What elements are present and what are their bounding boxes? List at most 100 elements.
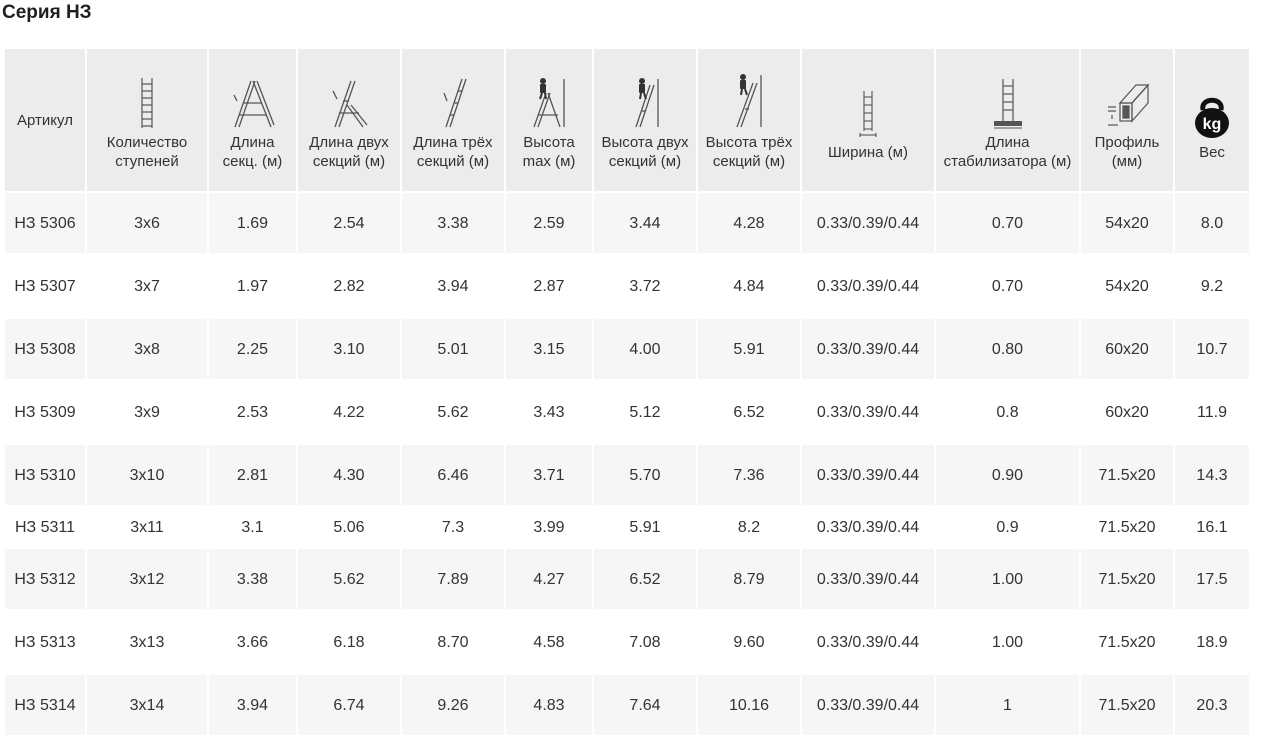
- max-height-cell: 3.15: [506, 317, 592, 380]
- cell-value: 0.8: [996, 403, 1019, 421]
- table-row: НЗ 5306 3x6 1.69 2.54 3.38 2.59 3.44 4.28 0.33/0…: [5, 191, 1249, 254]
- cell-value: 1.00: [991, 633, 1024, 651]
- cell-value: 4.30: [333, 466, 365, 484]
- steps-cell: 3x8: [87, 317, 207, 380]
- header-width: Ширина (м): [802, 47, 934, 191]
- spec-table: Артикул Количество ступеней Длина секц. …: [3, 47, 1251, 736]
- header-label: Профиль (мм): [1094, 134, 1160, 170]
- article-cell: НЗ 5310: [5, 443, 85, 506]
- table-row: НЗ 5310 3x10 2.81 4.30 6.46 3.71 5.70 7.36 0.33/…: [5, 443, 1249, 506]
- cell-value: 11.9: [1197, 403, 1227, 421]
- max-height-cell: 3.43: [506, 380, 592, 443]
- max-height-cell: 4.83: [506, 673, 592, 736]
- three-section-height-cell: 5.91: [698, 317, 800, 380]
- three-section-length-cell: 5.62: [402, 380, 504, 443]
- steps-cell: 3x6: [87, 191, 207, 254]
- two-section-height-cell: 7.64: [594, 673, 696, 736]
- two-section-ladder-icon: [329, 69, 369, 129]
- cell-value: НЗ 5313: [14, 633, 76, 651]
- weight-cell: 20.3: [1175, 673, 1249, 736]
- cell-value: 60x20: [1105, 340, 1149, 358]
- cell-value: 2.82: [333, 277, 365, 295]
- table-row: НЗ 5313 3x13 3.66 6.18 8.70 4.58 7.08 9.60 0.33/…: [5, 610, 1249, 673]
- cell-value: 3.71: [533, 466, 565, 484]
- steps-cell: 3x13: [87, 610, 207, 673]
- cell-value: 3x14: [129, 696, 165, 714]
- cell-value: 4.27: [533, 570, 565, 588]
- section-length-cell: 1.97: [209, 254, 296, 317]
- weight-cell: 10.7: [1175, 317, 1249, 380]
- header-label: Количество ступеней: [106, 134, 188, 170]
- header-three-section-length: Длина трёх секций (м): [402, 47, 504, 191]
- stabilizer-cell: 1.00: [936, 610, 1079, 673]
- cell-value: 8.2: [737, 518, 761, 536]
- header-label: Высота трёх секций (м): [705, 134, 793, 170]
- table-row: НЗ 5312 3x12 3.38 5.62 7.89 4.27 6.52 8.79 0.33/…: [5, 547, 1249, 610]
- cell-value: 54x20: [1105, 277, 1149, 295]
- max-height-cell: 2.87: [506, 254, 592, 317]
- section-length-cell: 3.38: [209, 547, 296, 610]
- table-row: НЗ 5314 3x14 3.94 6.74 9.26 4.83 7.64 10.16 0.33…: [5, 673, 1249, 736]
- width-cell: 0.33/0.39/0.44: [802, 610, 934, 673]
- cell-value: 3x9: [134, 403, 160, 421]
- profile-cell: 71.5x20: [1081, 673, 1173, 736]
- cell-value: 10.16: [728, 696, 770, 714]
- ladder-steps-icon: [140, 69, 154, 129]
- cell-value: 9.26: [437, 696, 469, 714]
- header-section-length: Длина секц. (м): [209, 47, 296, 191]
- max-height-cell: 4.58: [506, 610, 592, 673]
- two-section-length-cell: 6.18: [298, 610, 400, 673]
- header-weight: kg Вес: [1175, 47, 1249, 191]
- cell-value: 5.06: [333, 518, 365, 536]
- profile-cell: 71.5x20: [1081, 610, 1173, 673]
- three-section-length-cell: 3.38: [402, 191, 504, 254]
- section-length-cell: 1.69: [209, 191, 296, 254]
- two-section-height-cell: 3.44: [594, 191, 696, 254]
- header-two-section-height: Высота двух секций (м): [594, 47, 696, 191]
- three-section-length-cell: 7.3: [402, 506, 504, 547]
- ladder-width-icon: [859, 79, 877, 139]
- cell-value: 1: [1003, 696, 1012, 714]
- article-cell: НЗ 5307: [5, 254, 85, 317]
- cell-value: 0.33/0.39/0.44: [816, 277, 920, 295]
- two-section-length-cell: 4.22: [298, 380, 400, 443]
- article-cell: НЗ 5314: [5, 673, 85, 736]
- three-section-height-cell: 7.36: [698, 443, 800, 506]
- cell-value: 2.53: [236, 403, 269, 421]
- article-cell: НЗ 5308: [5, 317, 85, 380]
- article-cell: НЗ 5313: [5, 610, 85, 673]
- weight-cell: 8.0: [1175, 191, 1249, 254]
- cell-value: 5.70: [629, 466, 661, 484]
- two-section-length-cell: 6.74: [298, 673, 400, 736]
- three-section-length-cell: 9.26: [402, 673, 504, 736]
- article-cell: НЗ 5309: [5, 380, 85, 443]
- stabilizer-cell: 0.80: [936, 317, 1079, 380]
- two-section-length-cell: 2.82: [298, 254, 400, 317]
- header-label: Ширина (м): [828, 143, 908, 161]
- three-section-length-cell: 6.46: [402, 443, 504, 506]
- person-three-section-icon: [731, 69, 767, 129]
- cell-value: 8.79: [733, 570, 765, 588]
- max-height-cell: 2.59: [506, 191, 592, 254]
- cell-value: 0.33/0.39/0.44: [816, 403, 920, 421]
- max-height-cell: 3.99: [506, 506, 592, 547]
- cell-value: 4.22: [333, 403, 365, 421]
- cell-value: 3.99: [533, 518, 565, 536]
- cell-value: 16.1: [1196, 518, 1228, 536]
- three-section-length-cell: 3.94: [402, 254, 504, 317]
- header-profile: Профиль (мм): [1081, 47, 1173, 191]
- three-section-height-cell: 9.60: [698, 610, 800, 673]
- cell-value: НЗ 5306: [14, 214, 76, 232]
- kettlebell-kg-icon: kg: [1194, 79, 1230, 139]
- two-section-height-cell: 6.52: [594, 547, 696, 610]
- cell-value: 3.38: [236, 570, 269, 588]
- header-row: Артикул Количество ступеней Длина секц. …: [5, 47, 1249, 191]
- two-section-length-cell: 5.06: [298, 506, 400, 547]
- cell-value: 6.52: [733, 403, 765, 421]
- cell-value: 18.9: [1196, 633, 1228, 651]
- cell-value: 5.01: [437, 340, 469, 358]
- width-cell: 0.33/0.39/0.44: [802, 673, 934, 736]
- cell-value: 1.00: [991, 570, 1024, 588]
- header-label: Высота двух секций (м): [601, 134, 689, 170]
- three-section-height-cell: 4.84: [698, 254, 800, 317]
